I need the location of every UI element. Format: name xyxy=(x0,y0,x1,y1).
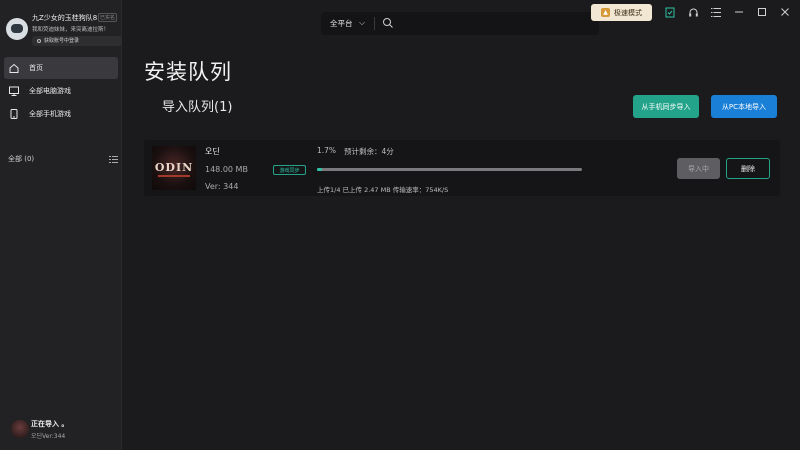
delete-button[interactable]: 删除 xyxy=(726,158,770,179)
sync-tag-badge: 游戏同步 xyxy=(273,165,306,175)
import-from-phone-button[interactable]: 从手机同步导入 xyxy=(633,95,699,118)
login-status-pill[interactable]: 获取账号中登录 xyxy=(32,36,122,46)
phone-icon xyxy=(10,109,18,119)
game-version: Ver: 344 xyxy=(205,182,239,191)
queue-status-subtitle: 오딘Ver:344 xyxy=(31,433,66,440)
import-task-card: ODIN 오딘 148.00 MB Ver: 344 游戏同步 1.7% 预计剩… xyxy=(144,140,780,196)
game-thumbnail: ODIN xyxy=(152,146,196,190)
speed-mode-button[interactable]: ▲ 极速模式 xyxy=(591,4,652,21)
import-queue-status[interactable]: 正在导入 。 오딘Ver:344 xyxy=(8,416,118,442)
platform-search-bar: 全平台 ⌵ xyxy=(321,12,599,35)
list-view-icon[interactable] xyxy=(109,155,118,163)
sidebar-item-label: 全部手机游戏 xyxy=(29,110,71,118)
logo-underline xyxy=(158,175,190,177)
import-queue-heading: 导入队列(1) xyxy=(162,100,233,115)
sync-check-icon[interactable] xyxy=(663,5,677,19)
username: 九Z少女的玉桂狗队8 xyxy=(32,14,98,22)
sidebar-item-mobile-games[interactable]: 全部手机游戏 xyxy=(4,103,118,125)
chevron-down-icon[interactable]: ⌵ xyxy=(359,18,365,28)
verified-badge: 已实名 xyxy=(98,13,118,22)
sidebar-item-pc-games[interactable]: 全部电脑游戏 xyxy=(4,80,118,102)
time-remaining: 预计剩余：4分 xyxy=(344,147,394,156)
importing-button[interactable]: 导入中 xyxy=(677,158,720,179)
home-icon xyxy=(9,63,19,73)
game-size: 148.00 MB xyxy=(205,165,248,174)
sidebar-nav: 首页 全部电脑游戏 全部手机游戏 xyxy=(4,57,118,126)
login-status-text: 获取账号中登录 xyxy=(44,38,80,44)
close-icon[interactable] xyxy=(778,5,792,19)
sidebar-item-label: 全部电脑游戏 xyxy=(29,87,71,95)
game-logo: ODIN xyxy=(154,161,194,174)
user-profile[interactable]: 九Z少女的玉桂狗队8 已实名 我和荧迪妹妹，来突离迪拉斯！ 获取账号中登录 xyxy=(6,8,122,50)
monitor-icon xyxy=(9,86,19,96)
sidebar: 九Z少女的玉桂狗队8 已实名 我和荧迪妹妹，来突离迪拉斯！ 获取账号中登录 首页… xyxy=(0,0,122,450)
maximize-icon[interactable] xyxy=(755,5,769,19)
filter-label: 全部 (0) xyxy=(8,155,35,163)
progress-bar-fill xyxy=(317,168,322,171)
import-from-pc-button[interactable]: 从PC本地导入 xyxy=(711,95,777,118)
divider xyxy=(374,17,375,30)
speed-mode-label: 极速模式 xyxy=(614,8,642,17)
bolt-icon: ▲ xyxy=(601,8,610,17)
page-title: 安装队列 xyxy=(144,60,232,84)
minimize-icon[interactable] xyxy=(732,5,746,19)
upload-info: 上传1/4 已上传 2.47 MB 传输速率：754K/S xyxy=(317,186,449,194)
platform-select[interactable]: 全平台 xyxy=(330,18,353,29)
user-signature: 我和荧迪妹妹，来突离迪拉斯！ xyxy=(32,27,110,33)
search-icon[interactable] xyxy=(382,17,394,29)
library-filter[interactable]: 全部 (0) xyxy=(8,154,118,164)
sidebar-item-label: 首页 xyxy=(29,64,43,72)
sidebar-item-home[interactable]: 首页 xyxy=(4,57,118,79)
progress-bar xyxy=(317,168,582,171)
game-thumbnail xyxy=(11,420,29,438)
menu-icon[interactable] xyxy=(709,5,723,19)
status-dot-icon xyxy=(37,38,41,43)
avatar[interactable] xyxy=(6,18,28,40)
headset-icon[interactable] xyxy=(686,5,700,19)
game-name: 오딘 xyxy=(205,147,220,156)
progress-percent: 1.7% xyxy=(317,146,337,155)
queue-status-title: 正在导入 。 xyxy=(31,420,69,428)
